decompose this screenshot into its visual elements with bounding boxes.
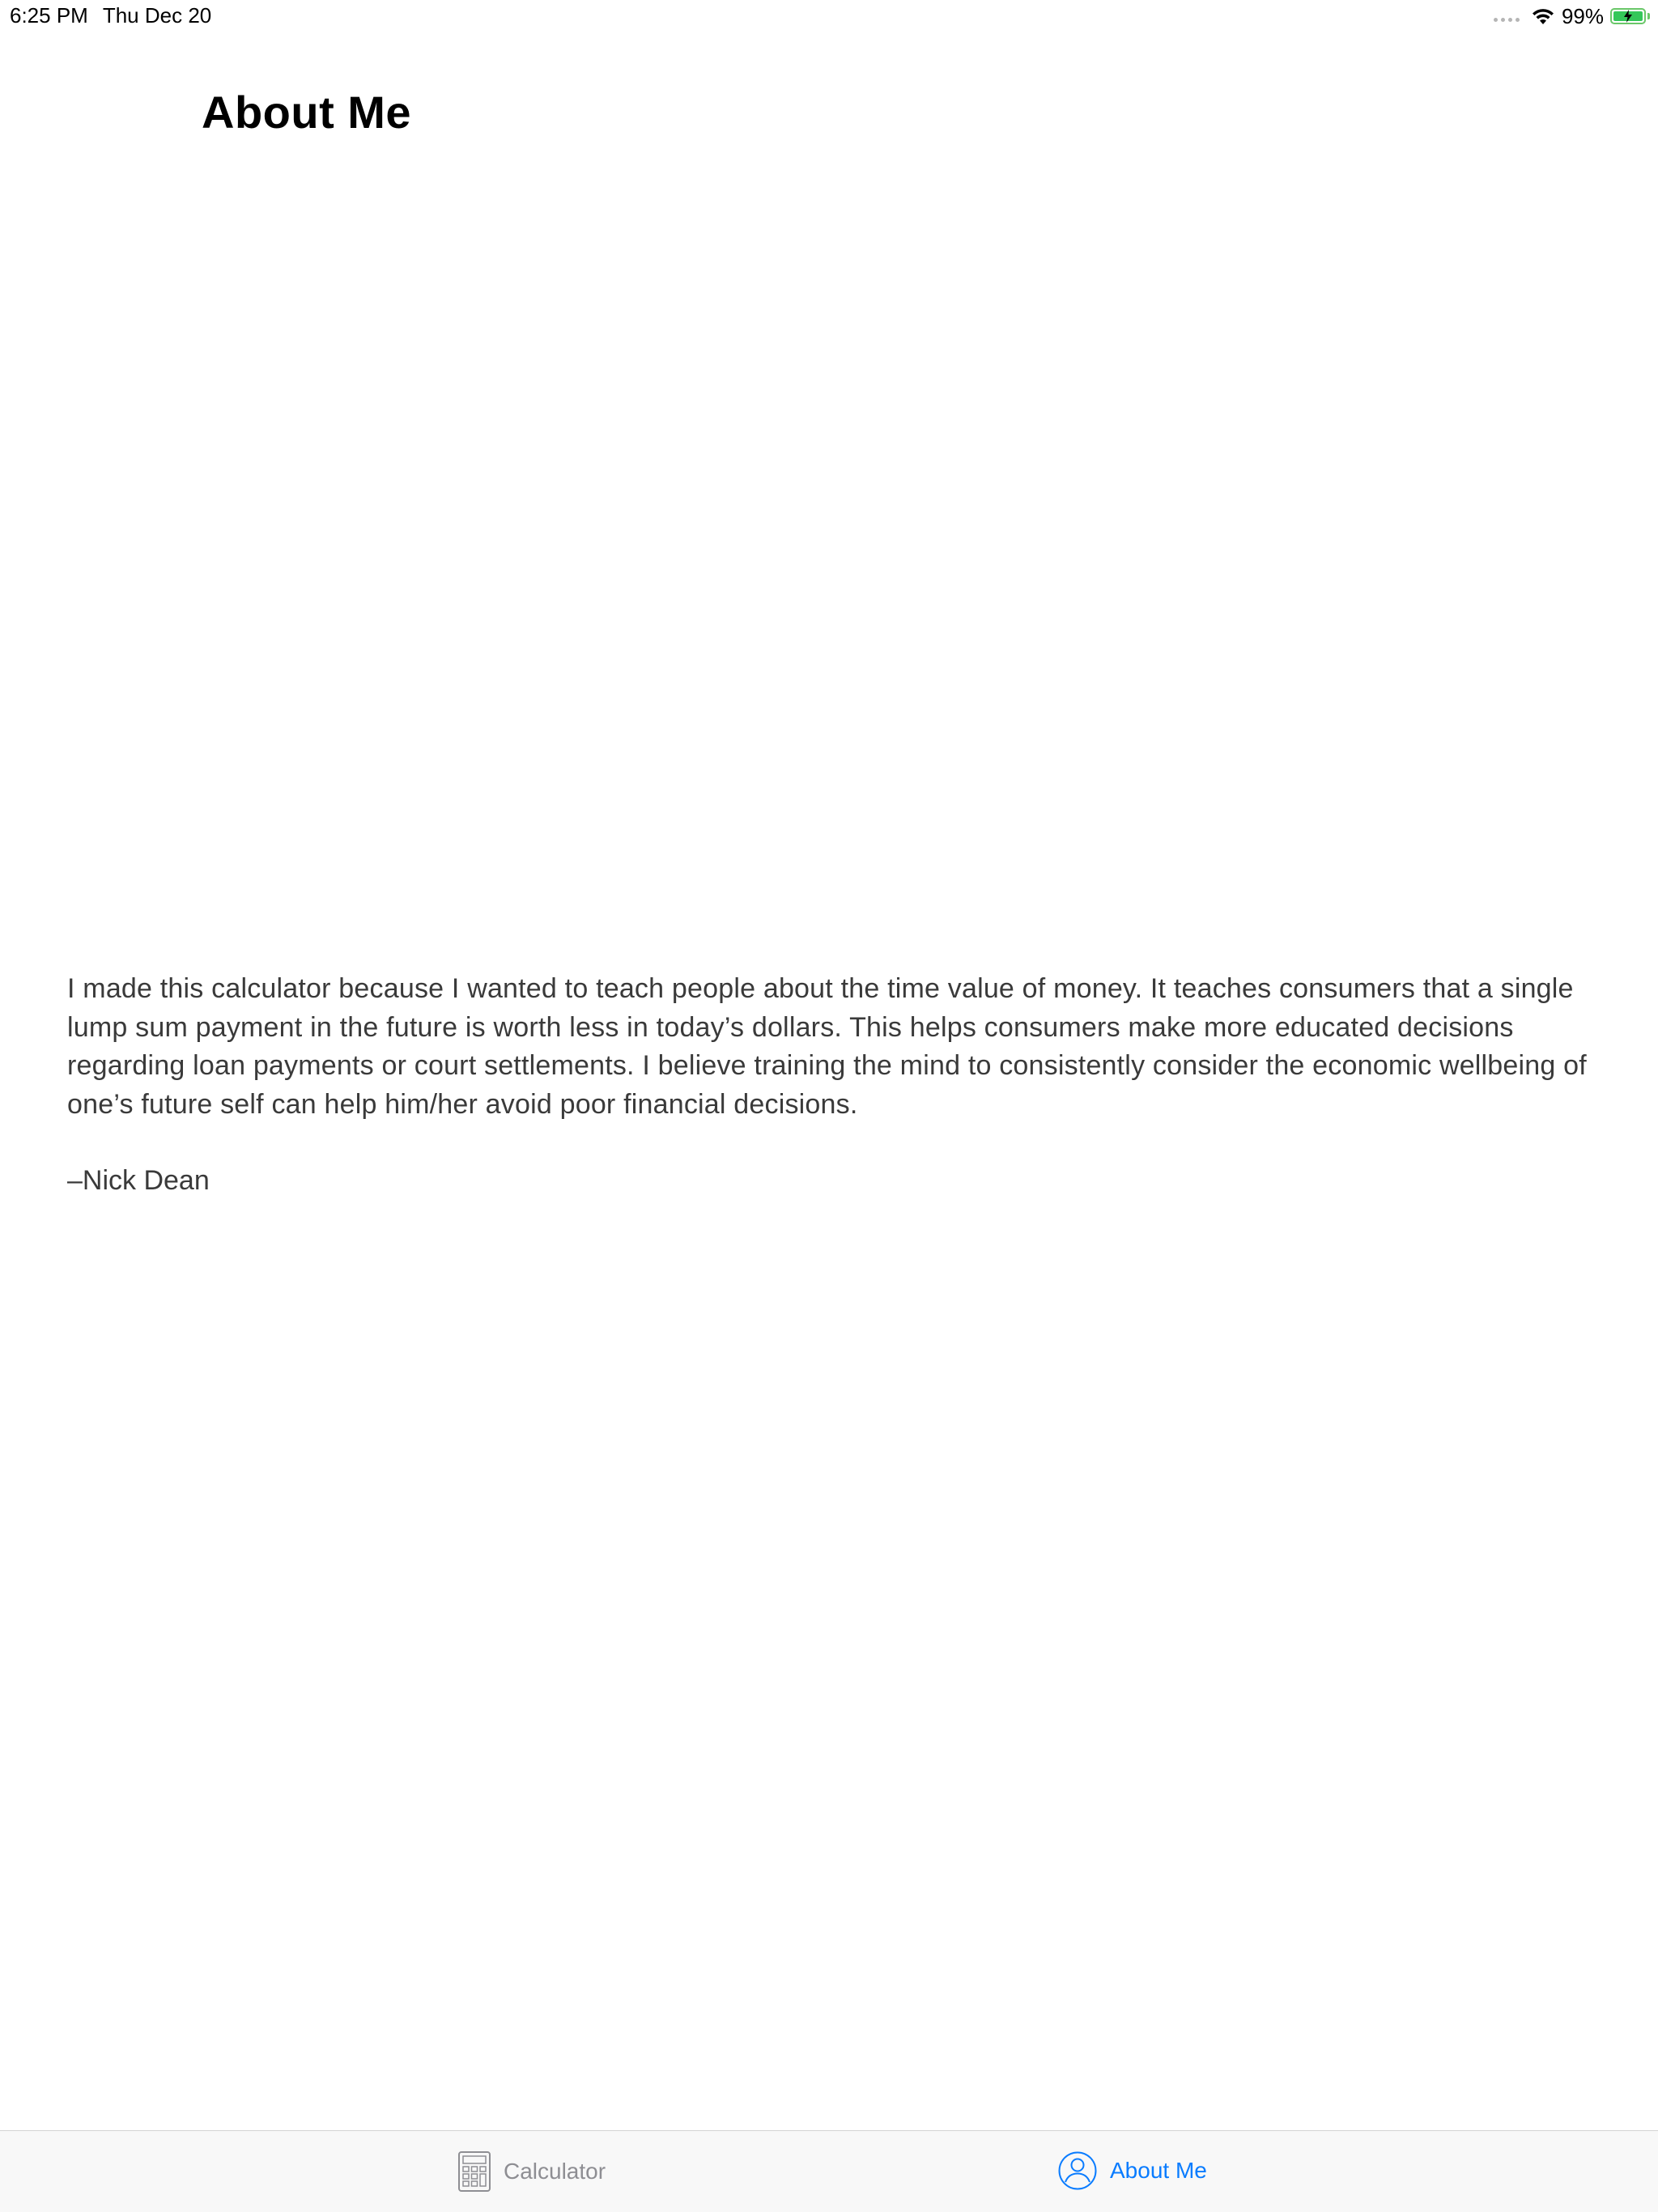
page-title: About Me	[202, 87, 412, 138]
status-indicators: 99%	[1493, 3, 1650, 29]
cellular-dots-icon	[1493, 17, 1520, 22]
tab-calculator[interactable]: Calculator	[458, 2151, 606, 2192]
calculator-icon	[458, 2151, 491, 2192]
about-paragraph: I made this calculator because I wanted …	[67, 973, 1587, 1120]
status-time: 6:25 PM	[10, 3, 88, 28]
tab-calculator-label: Calculator	[504, 2159, 606, 2184]
status-time-date: 6:25 PM Thu Dec 20	[10, 3, 211, 28]
about-content: I made this calculator because I wanted …	[67, 970, 1605, 1201]
battery-icon	[1610, 8, 1646, 24]
tab-about-me[interactable]: About Me	[1058, 2151, 1207, 2190]
status-bar: 6:25 PM Thu Dec 20 99%	[0, 0, 1658, 32]
tab-bar: Calculator About Me	[0, 2130, 1658, 2212]
tab-about-me-label: About Me	[1110, 2158, 1207, 2183]
author-signature: –Nick Dean	[67, 1165, 210, 1196]
charging-bolt-icon	[1624, 10, 1632, 23]
battery-nub	[1647, 13, 1650, 19]
wifi-icon	[1532, 9, 1554, 24]
status-date: Thu Dec 20	[102, 3, 212, 28]
person-icon	[1058, 2151, 1097, 2190]
battery-percent: 99%	[1561, 3, 1604, 28]
